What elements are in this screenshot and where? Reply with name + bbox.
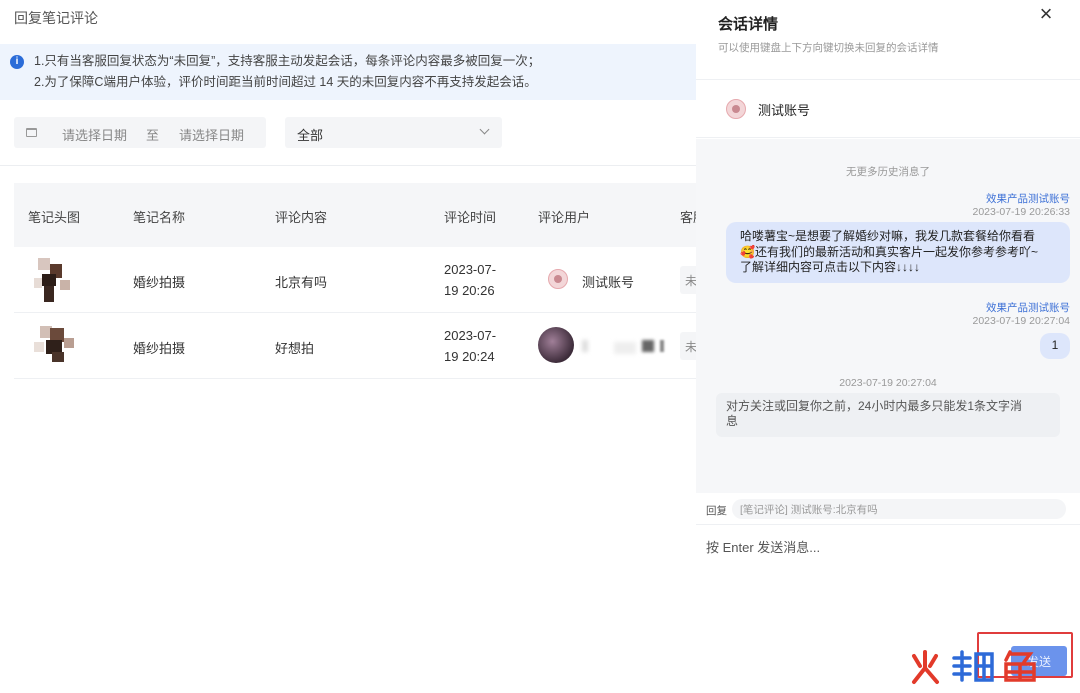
no-more-history: 无更多历史消息了 (846, 166, 930, 178)
start-date-placeholder[interactable]: 请选择日期 (62, 125, 127, 144)
main-panel: 回复笔记评论 i 1.只有当客服回复状态为“未回复”，支持客服主动发起会话，每条… (0, 0, 696, 693)
avatar (538, 327, 574, 363)
col-header-comment-time: 评论时间 (444, 210, 497, 225)
divider (0, 165, 696, 166)
blurred-user-name (642, 340, 654, 352)
reply-quote: [笔记评论] 测试账号:北京有吗 (732, 499, 1066, 519)
reply-context-bar: 回复 [笔记评论] 测试账号:北京有吗 (696, 493, 1080, 525)
comment-content: 好想拍 (275, 341, 315, 356)
status-select-value: 全部 (297, 128, 324, 143)
message-input[interactable] (706, 537, 1070, 623)
end-date-placeholder[interactable]: 请选择日期 (179, 125, 244, 144)
table-row[interactable]: 婚纱拍摄 好想拍 2023-07- 19 20:24 未 (14, 313, 696, 379)
comment-time-clock: 19 20:26 (444, 283, 495, 298)
info-icon: i (10, 55, 24, 69)
blurred-user-name (582, 340, 588, 352)
notice-banner: i 1.只有当客服回复状态为“未回复”，支持客服主动发起会话，每条评论内容最多被… (0, 44, 696, 100)
comment-time-date: 2023-07- (444, 262, 497, 277)
reply-status-chip[interactable]: 未 (680, 266, 696, 294)
status-select[interactable]: 全部 (285, 117, 502, 148)
date-range-picker[interactable]: 请选择日期 至 请选择日期 (14, 117, 266, 148)
message-sender: 效果产品测试账号 (986, 193, 1070, 205)
col-header-note-name: 笔记名称 (133, 210, 186, 225)
message-time: 2023-07-19 20:27:04 (972, 315, 1071, 327)
watermark-logo (912, 650, 1036, 684)
note-thumbnail[interactable] (32, 322, 80, 370)
message-line: 🥰还有我们的最新活动和真实客片一起发你参考参考吖~ (740, 244, 1038, 259)
reply-status-chip[interactable]: 未 (680, 332, 696, 360)
chevron-down-icon (479, 124, 490, 135)
conversation-drawer: 会话详情 可以使用键盘上下方向键切换未回复的会话详情 × 测试账号 无更多历史消… (696, 0, 1080, 693)
message-line: 哈喽薯宝~是想要了解婚纱对嘛，我发几款套餐给你看看 (740, 229, 1036, 243)
calendar-icon (26, 128, 37, 137)
drawer-subtitle: 可以使用键盘上下方向键切换未回复的会话详情 (718, 42, 939, 54)
note-name: 婚纱拍摄 (133, 341, 186, 356)
comment-time-date: 2023-07- (444, 328, 497, 343)
message-line: 了解详细内容可点击以下内容↓↓↓↓ (740, 260, 921, 274)
contact-name: 测试账号 (758, 103, 811, 118)
message-bubble: 哈喽薯宝~是想要了解婚纱对嘛，我发几款套餐给你看看 🥰还有我们的最新活动和真实客… (726, 222, 1070, 283)
reply-label: 回复 (706, 505, 727, 517)
system-time: 2023-07-19 20:27:04 (839, 377, 937, 389)
system-notice-line: 对方关注或回复你之前，24小时内最多只能发1条文字消 (726, 399, 1023, 413)
notice-line-1: 1.只有当客服回复状态为“未回复”，支持客服主动发起会话，每条评论内容最多被回复… (34, 54, 541, 68)
page-title: 回复笔记评论 (14, 10, 98, 26)
drawer-title: 会话详情 (718, 16, 779, 33)
drawer-header: 会话详情 可以使用键盘上下方向键切换未回复的会话详情 × (696, 0, 1080, 80)
chat-history[interactable]: 无更多历史消息了 效果产品测试账号 2023-07-19 20:26:33 哈喽… (696, 139, 1080, 493)
blurred-user-name (614, 342, 636, 354)
contact-header: 测试账号 (696, 80, 1080, 138)
col-header-note-image: 笔记头图 (28, 210, 81, 225)
system-notice: 对方关注或回复你之前，24小时内最多只能发1条文字消 息 (716, 393, 1060, 437)
system-notice-line: 息 (726, 414, 739, 428)
close-icon[interactable]: × (1036, 3, 1056, 25)
notice-line-2: 2.为了保障C端用户体验，评价时间距当前时间超过 14 天的未回复内容不再支持发… (34, 75, 537, 89)
note-name: 婚纱拍摄 (133, 275, 186, 290)
message-bubble: 1 (1040, 333, 1070, 359)
comment-user-name: 测试账号 (582, 275, 635, 290)
avatar (726, 99, 746, 119)
note-thumbnail[interactable] (32, 256, 80, 304)
col-header-service: 客服 (680, 210, 696, 225)
col-header-comment-user: 评论用户 (538, 210, 591, 225)
table-header: 笔记头图 笔记名称 评论内容 评论时间 评论用户 客服 (14, 183, 696, 247)
avatar (548, 269, 568, 289)
message-time: 2023-07-19 20:26:33 (972, 206, 1071, 218)
message-sender: 效果产品测试账号 (986, 302, 1070, 314)
table-row[interactable]: 婚纱拍摄 北京有吗 2023-07- 19 20:26 测试账号 未 (14, 247, 696, 313)
comment-content: 北京有吗 (275, 275, 328, 290)
comment-time-clock: 19 20:24 (444, 349, 495, 364)
date-separator: 至 (146, 128, 160, 143)
blurred-user-name (660, 340, 664, 352)
col-header-comment: 评论内容 (275, 210, 328, 225)
